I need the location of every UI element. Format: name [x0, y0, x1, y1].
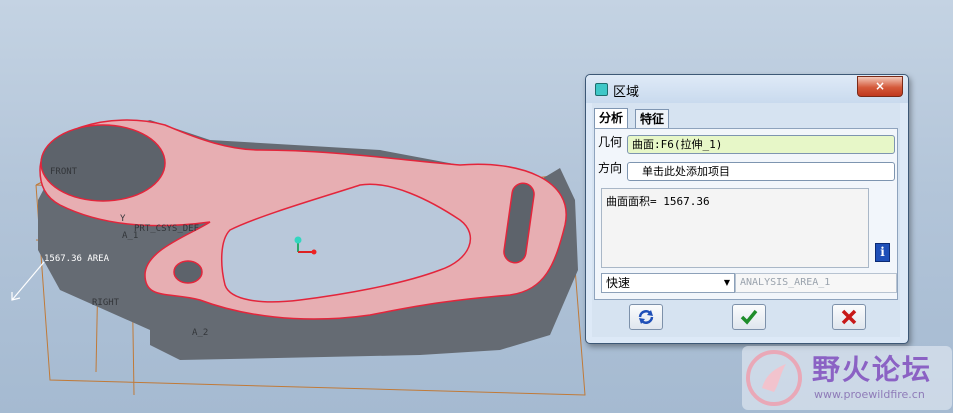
dialog-app-icon [595, 83, 608, 96]
mode-select-value: 快速 [606, 276, 631, 290]
analysis-name-field[interactable]: ANALYSIS_AREA_1 [735, 273, 897, 293]
y-axis-label: Y [120, 214, 126, 224]
large-hole[interactable] [40, 124, 166, 202]
tab-analysis[interactable]: 分析 [594, 108, 629, 129]
direction-collector[interactable]: 单击此处添加项目 [627, 162, 895, 181]
mode-select[interactable]: 快速 ▼ [601, 273, 735, 293]
small-hole[interactable] [173, 260, 203, 284]
axis-a2-label: A_2 [192, 328, 208, 338]
forum-watermark: 野火论坛 www.proewildfire.cn [742, 346, 952, 410]
result-area: 曲面面积= 1567.36 [601, 188, 869, 268]
geometry-collector[interactable]: 曲面:F6(拉伸_1) [627, 135, 895, 154]
chevron-down-icon: ▼ [723, 278, 730, 287]
dialog-title: 区域 [613, 85, 640, 100]
cancel-button[interactable] [832, 304, 866, 330]
csys-label: PRT_CSYS_DEF [134, 224, 199, 234]
geometry-label: 几何 [598, 135, 623, 149]
checkmark-icon [740, 309, 758, 325]
direction-arrow-icon [11, 261, 45, 301]
watermark-url: www.proewildfire.cn [814, 388, 925, 401]
area-result-text: 曲面面积= 1567.36 [606, 195, 710, 208]
area-label: 1567.36 AREA [44, 254, 110, 264]
refresh-icon [638, 310, 654, 324]
ok-button[interactable] [732, 304, 766, 330]
direction-label: 方向 [598, 161, 623, 175]
flame-logo-icon [746, 350, 802, 406]
dialog-body: 分析 特征 几何 曲面:F6(拉伸_1) 方向 单击此处添加项目 曲面面积= 1… [592, 103, 900, 337]
info-icon[interactable]: i [875, 243, 890, 262]
axis-a1-label: A_1 [122, 231, 138, 241]
close-button[interactable]: × [857, 76, 903, 97]
repeat-button[interactable] [629, 304, 663, 330]
front-label: FRONT [50, 167, 78, 177]
close-icon [841, 309, 857, 325]
tab-feature[interactable]: 特征 [635, 109, 670, 128]
dialog-titlebar[interactable]: 区域 × [586, 75, 908, 103]
right-label: RIGHT [92, 298, 120, 308]
area-dialog: 区域 × 分析 特征 几何 曲面:F6(拉伸_1) 方向 单击此处添加项目 曲面… [585, 74, 909, 344]
analysis-panel: 几何 曲面:F6(拉伸_1) 方向 单击此处添加项目 曲面面积= 1567.36… [594, 128, 898, 300]
watermark-title: 野火论坛 [812, 353, 933, 386]
